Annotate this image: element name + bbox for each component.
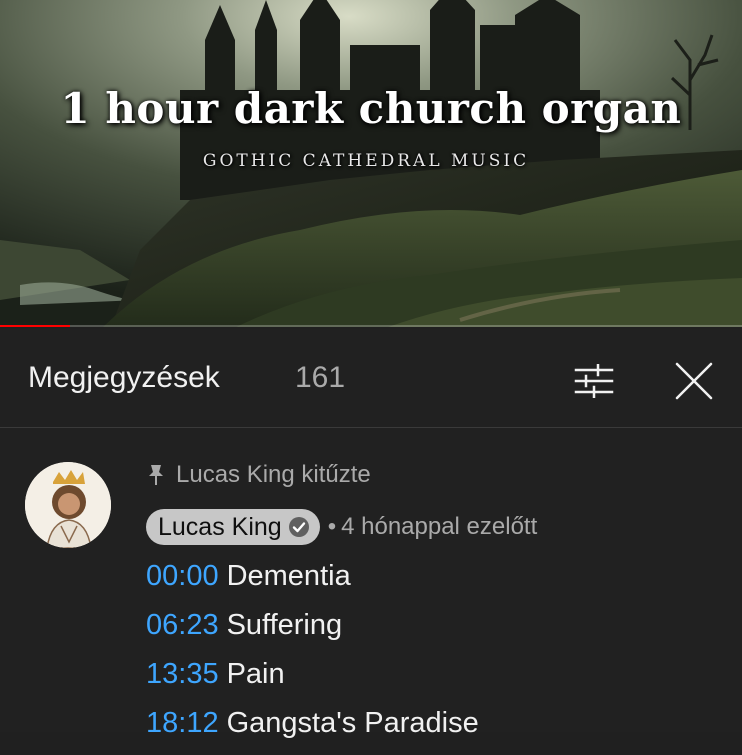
comment-author-row: Lucas King • 4 hónappal ezelőtt bbox=[146, 509, 537, 545]
video-subtitle-overlay: GOTHIC CATHEDRAL MUSIC bbox=[202, 151, 530, 171]
timestamp-link[interactable]: 13:35 bbox=[146, 658, 219, 690]
comment-timestamp: 4 hónappal ezelőtt bbox=[341, 513, 538, 540]
close-icon bbox=[675, 362, 713, 400]
list-item: 06:23 Suffering bbox=[146, 608, 479, 657]
verified-check-icon bbox=[288, 516, 310, 538]
track-title: Gangsta's Paradise bbox=[226, 707, 479, 739]
comments-panel: Megjegyzések 161 Lucas King kitűzte Luca… bbox=[0, 329, 742, 739]
sort-filter-icon bbox=[574, 364, 614, 398]
comments-title: Megjegyzések bbox=[28, 361, 220, 394]
video-title-overlay: 1 hour dark church organ bbox=[60, 84, 682, 133]
timestamp-link[interactable]: 18:12 bbox=[146, 707, 219, 739]
avatar-image bbox=[25, 462, 111, 548]
comments-count: 161 bbox=[295, 361, 346, 394]
pinned-label: Lucas King kitűzte bbox=[176, 461, 371, 488]
track-title: Dementia bbox=[226, 560, 351, 592]
track-title: Pain bbox=[226, 658, 285, 690]
video-progress-fill bbox=[0, 325, 71, 327]
sort-filter-button[interactable] bbox=[570, 357, 618, 405]
author-name: Lucas King bbox=[158, 512, 282, 541]
timestamp-link[interactable]: 06:23 bbox=[146, 609, 219, 641]
pin-icon bbox=[148, 464, 164, 486]
author-chip[interactable]: Lucas King bbox=[146, 509, 320, 545]
comments-header: Megjegyzések 161 bbox=[0, 329, 742, 427]
list-item: 18:12 Gangsta's Paradise bbox=[146, 706, 479, 755]
list-item: 00:00 Dementia bbox=[146, 559, 479, 608]
comment-body: 00:00 Dementia 06:23 Suffering 13:35 Pain 1… bbox=[146, 559, 479, 755]
track-title: Suffering bbox=[226, 609, 343, 641]
header-divider bbox=[0, 427, 742, 428]
avatar[interactable] bbox=[25, 462, 111, 548]
video-player[interactable]: 1 hour dark church organ GOTHIC CATHEDRA… bbox=[0, 0, 742, 327]
video-progress-bar[interactable] bbox=[0, 325, 742, 327]
meta-separator: • bbox=[327, 513, 337, 540]
list-item: 13:35 Pain bbox=[146, 657, 479, 706]
timestamp-link[interactable]: 00:00 bbox=[146, 560, 219, 592]
close-button[interactable] bbox=[670, 357, 718, 405]
pinned-label-row: Lucas King kitűzte bbox=[148, 461, 371, 489]
